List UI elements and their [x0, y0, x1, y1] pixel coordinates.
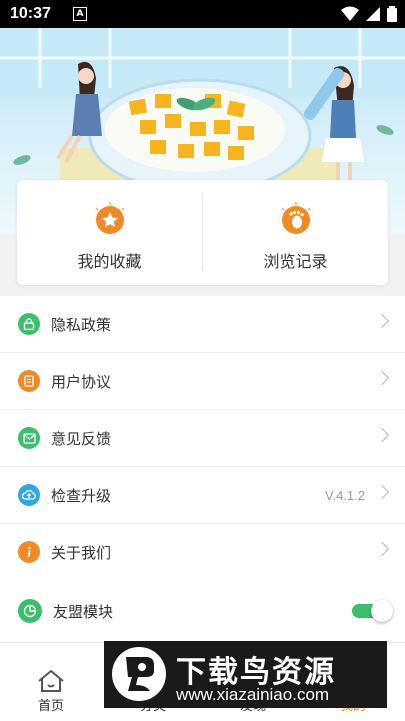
history-label: 浏览记录 [263, 252, 328, 271]
menu-item-label: 用户协议 [51, 372, 112, 391]
status-icons [341, 6, 397, 22]
analytics-module-toggle[interactable] [352, 600, 393, 622]
home-icon [38, 669, 64, 692]
status-time: 10:37 [10, 5, 51, 22]
status-bar: 10:37 A [0, 0, 405, 28]
wifi-icon [341, 6, 359, 21]
menu-item-feedback[interactable]: 意见反馈 [0, 410, 405, 467]
menu-item-check-update[interactable]: 检查升级 V.4.1.2 [0, 467, 405, 524]
analytics-module-row: 友盟模块 [0, 580, 405, 642]
menu-item-label: 意见反馈 [51, 429, 112, 448]
info-icon [18, 541, 40, 563]
favorites-button[interactable]: 我的收藏 [17, 180, 202, 285]
menu-item-label: 检查升级 [51, 486, 112, 505]
cloud-upload-icon [18, 484, 40, 506]
footprint-icon [278, 202, 314, 238]
tab-label: 首页 [37, 699, 64, 714]
watermark-logo [112, 647, 166, 701]
menu-item-about[interactable]: 关于我们 [0, 524, 405, 581]
chevron-right-icon [374, 313, 390, 329]
battery-icon [387, 6, 397, 22]
settings-menu: 隐私政策 用户协议 意见反馈 检查升级 V.4.1.2 关于我们 [0, 296, 405, 581]
menu-item-label: 隐私政策 [51, 315, 112, 334]
chevron-right-icon [374, 484, 390, 500]
quick-actions-card: 我的收藏 浏览记录 [17, 180, 388, 285]
signal-icon [366, 7, 380, 21]
toggle-knob [371, 600, 393, 622]
tab-home[interactable]: 首页 [16, 643, 86, 721]
menu-item-privacy[interactable]: 隐私政策 [0, 296, 405, 353]
watermark-url: www.xiazainiao.com [176, 685, 330, 704]
star-icon [92, 202, 128, 238]
favorites-label: 我的收藏 [77, 252, 142, 271]
lock-icon [18, 313, 40, 335]
chevron-right-icon [374, 427, 390, 443]
menu-item-user-agreement[interactable]: 用户协议 [0, 353, 405, 410]
mail-icon [18, 427, 40, 449]
watermark-overlay: 下载鸟资源 www.xiazainiao.com [104, 641, 387, 708]
analytics-module-label: 友盟模块 [53, 602, 114, 621]
pie-chart-icon [18, 599, 42, 623]
document-icon [18, 370, 40, 392]
notification-badge: A [72, 7, 87, 21]
history-button[interactable]: 浏览记录 [203, 180, 388, 285]
version-text: V.4.1.2 [324, 487, 365, 503]
menu-item-label: 关于我们 [51, 543, 112, 562]
chevron-right-icon [374, 541, 390, 557]
chevron-right-icon [374, 370, 390, 386]
